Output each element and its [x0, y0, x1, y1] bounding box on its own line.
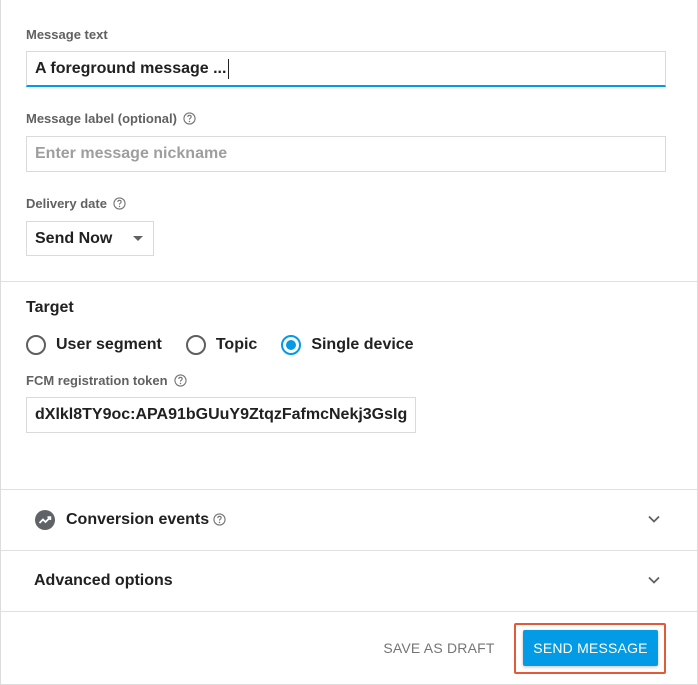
save-as-draft-button[interactable]: SAVE AS DRAFT: [381, 630, 497, 666]
send-message-button[interactable]: SEND MESSAGE: [523, 630, 658, 666]
fcm-token-label: FCM registration token: [26, 373, 187, 388]
radio-circle-checked: [281, 335, 302, 355]
help-icon[interactable]: [183, 112, 196, 125]
advanced-options-accordion[interactable]: Advanced options: [1, 551, 697, 611]
message-label-label: Message label (optional): [26, 111, 196, 126]
conversion-events-title: Conversion events: [66, 511, 210, 528]
target-title: Target: [26, 299, 74, 316]
divider: [1, 611, 697, 612]
chevron-down-icon[interactable]: [647, 573, 661, 587]
divider: [1, 281, 697, 282]
message-label-placeholder: Enter message nickname: [35, 145, 228, 162]
delivery-date-select[interactable]: Send Now: [26, 221, 154, 256]
radio-user-segment[interactable]: User segment: [26, 335, 162, 355]
help-icon[interactable]: [173, 374, 187, 387]
chevron-down-icon[interactable]: [647, 512, 661, 526]
radio-circle: [185, 335, 206, 355]
delivery-date-label: Delivery date: [26, 196, 126, 211]
radio-circle: [26, 335, 46, 355]
message-text-value: A foreground message ...: [35, 59, 227, 77]
trending-up-icon: [35, 510, 55, 530]
text-caret: [228, 58, 230, 79]
message-text-label: Message text: [26, 27, 108, 42]
message-text-input[interactable]: A foreground message ...: [26, 51, 666, 87]
help-icon[interactable]: [113, 197, 126, 210]
delivery-date-value: Send Now: [35, 229, 113, 247]
message-label-input[interactable]: Enter message nickname: [26, 136, 666, 172]
radio-topic[interactable]: Topic: [185, 335, 257, 355]
fcm-token-input[interactable]: dXlkl8TY9oc:APA91bGUuY9ZtqzFafmcNekj3GsI…: [26, 397, 416, 433]
radio-single-device[interactable]: Single device: [281, 335, 414, 355]
caret-down-icon: [133, 235, 143, 241]
compose-message-card: Message text A foreground message ... Me…: [0, 0, 698, 685]
conversion-events-accordion[interactable]: Conversion events: [1, 490, 697, 550]
help-icon[interactable]: [213, 513, 226, 526]
target-radio-group: User segment Topic Single device: [26, 335, 438, 355]
advanced-options-title: Advanced options: [34, 572, 173, 589]
fcm-token-value: dXlkl8TY9oc:APA91bGUuY9ZtqzFafmcNekj3GsI…: [35, 406, 408, 423]
